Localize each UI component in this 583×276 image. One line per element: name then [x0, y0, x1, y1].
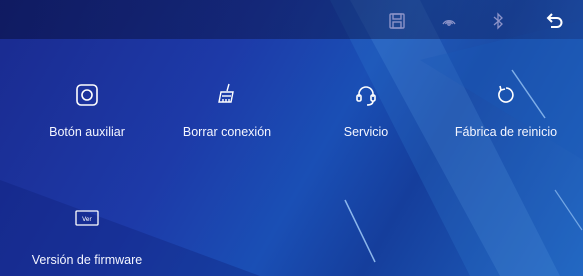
save-icon[interactable] [386, 10, 408, 32]
menu-item-service[interactable]: Servicio [296, 80, 436, 139]
aux-button-icon [72, 80, 102, 110]
top-bar [0, 0, 583, 39]
svg-text:Ver: Ver [82, 216, 92, 223]
menu-item-firmware-version[interactable]: Ver Versión de firmware [17, 203, 157, 267]
nfc-icon[interactable] [438, 10, 460, 32]
menu-item-label: Fábrica de reinicio [454, 125, 558, 139]
menu-item-label: Versión de firmware [31, 253, 143, 267]
menu-item-aux-button[interactable]: Botón auxiliar [17, 80, 157, 139]
menu-item-label: Botón auxiliar [49, 125, 125, 139]
menu-item-label: Borrar conexión [182, 125, 272, 139]
back-icon[interactable] [543, 10, 565, 32]
bluetooth-icon[interactable] [487, 10, 509, 32]
headset-icon [351, 80, 381, 110]
version-icon: Ver [72, 203, 102, 233]
menu-item-label: Servicio [343, 125, 389, 139]
menu-item-clear-connection[interactable]: Borrar conexión [157, 80, 297, 139]
broom-icon [212, 80, 242, 110]
settings-screen: Botón auxiliar Borrar conexión Servicio [0, 0, 583, 276]
reset-icon [491, 80, 521, 110]
menu-item-factory-reset[interactable]: Fábrica de reinicio [436, 80, 576, 139]
